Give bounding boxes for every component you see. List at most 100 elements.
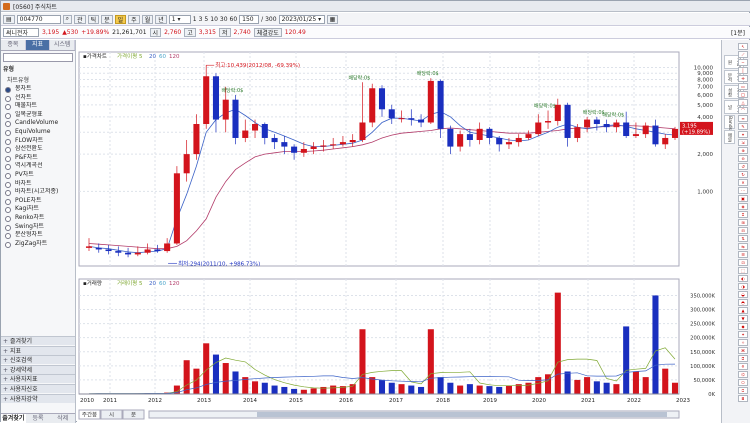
drawing-tool-icon[interactable]: ⊖ [738,155,748,162]
interval-button-30[interactable]: 30 [220,16,228,23]
chart-type-item[interactable]: CandleVolume [1,119,75,128]
drawing-tool-icon[interactable]: ⋯ [738,187,748,194]
drawing-tool-icon[interactable]: ☰ [738,251,748,258]
drawing-tool-icon[interactable]: ✧ [738,339,748,346]
chart-type-item[interactable]: 바차트(시고저종) [1,188,75,197]
drawing-tool-icon[interactable]: ⊕ [738,147,748,154]
sidebar-group[interactable]: 즐겨찾기 [1,336,75,345]
drawing-tool-icon[interactable]: ⇅ [738,235,748,242]
interval-button-10[interactable]: 10 [210,16,218,23]
drawing-tool-icon[interactable]: ◓ [738,299,748,306]
drawing-tool-icon[interactable]: ⬚ [738,267,748,274]
drawing-tool-icon[interactable]: │ [738,67,748,74]
tab-tick[interactable]: 틱 [88,15,100,24]
chart-type-item[interactable]: 일목균형표 [1,111,75,120]
date-input[interactable]: 2023/01/25 ▾ [279,15,325,24]
drawing-tool-icon[interactable]: ⟋ [738,51,748,58]
price-volume-chart-svg[interactable]: 10,0009,0008,0007,0006,0005,0004,0003,00… [77,40,721,423]
interval-select[interactable]: 1 ▾ [169,15,191,24]
sidebar-tab-indicator[interactable]: 지표 [26,40,51,50]
chart-scrollbar-thumb[interactable] [257,412,667,417]
interval-button-5[interactable]: 5 [204,16,208,23]
drawing-tool-icon[interactable]: ─ [738,59,748,66]
sidebar-group[interactable]: 지표 [1,346,75,355]
chart-type-item[interactable]: 분산형차트 [1,231,75,240]
tab-month[interactable]: 월 [142,15,154,24]
drawing-tool-icon[interactable]: ◒ [738,291,748,298]
interval-button-60[interactable]: 60 [230,16,238,23]
tab-day[interactable]: 일 [115,15,127,24]
drawing-tool-icon[interactable]: ↻ [738,171,748,178]
drawing-tool-icon[interactable]: ⊡ [738,259,748,266]
tab-kwan[interactable]: 관 [74,15,86,24]
chart-type-item[interactable]: P&F차트 [1,154,75,163]
calendar-icon[interactable]: ▦ [327,15,339,24]
chart-type-item[interactable]: EquiVolume [1,128,75,137]
search-icon[interactable]: ⌕ [63,15,72,24]
menu-icon[interactable]: ▤ [3,15,15,24]
drawing-tool-icon[interactable]: ⌸ [738,395,748,402]
chart-type-item[interactable]: Renko차트 [1,214,75,223]
chart-type-item[interactable]: PV차트 [1,171,75,180]
drawing-tool-icon[interactable]: ⌖ [738,131,748,138]
right-panel-label[interactable]: Bands [724,115,735,129]
interval-button-1[interactable]: 1 [193,16,197,23]
drawing-tool-icon[interactable]: ▣ [738,195,748,202]
sidebar-group[interactable]: 강세약세 [1,365,75,374]
sidebar-tab-stock[interactable]: 종목 [1,40,26,50]
drawing-tool-icon[interactable]: ⌗ [738,211,748,218]
drawing-tool-icon[interactable]: ◆ [738,323,748,330]
drawing-tool-icon[interactable]: ◯ [738,91,748,98]
drawing-tool-icon[interactable]: ⌘ [738,347,748,354]
sidebar-group[interactable]: 사용자신호 [1,384,75,393]
stock-code-input[interactable]: 004770 [17,15,61,24]
drawing-tool-icon[interactable]: ⊟ [738,227,748,234]
sidebar-tab-system[interactable]: 시스템 [50,40,75,50]
drawing-tool-icon[interactable]: ⍟ [738,363,748,370]
tab-week[interactable]: 주 [128,15,140,24]
chart-type-item[interactable]: POLE차트 [1,197,75,206]
drawing-tool-icon[interactable]: ⇆ [738,243,748,250]
drawing-tool-icon[interactable]: ▭ [738,83,748,90]
tab-year[interactable]: 년 [155,15,167,24]
sidebar-search-input[interactable] [3,53,73,62]
sidebar-subsection-charttype[interactable]: 차트유형 [3,75,73,84]
tab-minute[interactable]: 분 [101,15,113,24]
chart-type-item[interactable]: 봉차트 [1,85,75,94]
right-panel-label[interactable]: 매물 [724,130,735,144]
drawing-tool-icon[interactable]: ≡ [738,115,748,122]
chart-type-item[interactable]: 매물차트 [1,102,75,111]
drawing-tool-icon[interactable]: ⎔ [738,379,748,386]
drawing-tool-icon[interactable]: ✕ [738,179,748,186]
chart-type-item[interactable]: FLOW차트 [1,137,75,146]
chart-type-item[interactable]: Swing차트 [1,223,75,232]
drawing-tool-icon[interactable]: ▼ [738,315,748,322]
sidebar-group[interactable]: 사용자지표 [1,374,75,383]
count-input[interactable]: 150 [239,15,259,24]
chart-type-item[interactable]: 삼선전환도 [1,145,75,154]
drawing-tool-icon[interactable]: ⎕ [738,387,748,394]
drawing-tool-icon[interactable]: ⊞ [738,219,748,226]
chart-type-item[interactable]: 선차트 [1,94,75,103]
drawing-tool-icon[interactable]: ◐ [738,275,748,282]
drawing-tool-icon[interactable]: ✎ [738,123,748,130]
chart-area[interactable]: 10,0009,0008,0007,0006,0005,0004,0003,00… [77,40,721,423]
drawing-tool-icon[interactable]: ↖ [738,43,748,50]
sidebar-section-type[interactable]: 유형 [3,64,73,73]
drawing-tool-icon[interactable]: ⍰ [738,355,748,362]
sidebar-group[interactable]: 신호검색 [1,355,75,364]
chart-type-item[interactable]: Kagi차트 [1,205,75,214]
interval-button-3[interactable]: 3 [199,16,203,23]
drawing-tool-icon[interactable]: △ [738,99,748,106]
drawing-tool-icon[interactable]: ⌒ [738,107,748,114]
drawing-tool-icon[interactable]: ▲ [738,307,748,314]
drawing-tool-icon[interactable]: ✦ [738,331,748,338]
drawing-tool-icon[interactable]: ⌬ [738,371,748,378]
drawing-tool-icon[interactable]: ⇲ [738,139,748,146]
sidebar-group[interactable]: 사용자강약 [1,394,75,403]
drawing-tool-icon[interactable]: ✛ [738,75,748,82]
chart-type-item[interactable]: ZigZag차트 [1,240,75,249]
drawing-tool-icon[interactable]: ↺ [738,163,748,170]
chart-type-item[interactable]: 바차트 [1,180,75,189]
drawing-tool-icon[interactable]: ◑ [738,283,748,290]
